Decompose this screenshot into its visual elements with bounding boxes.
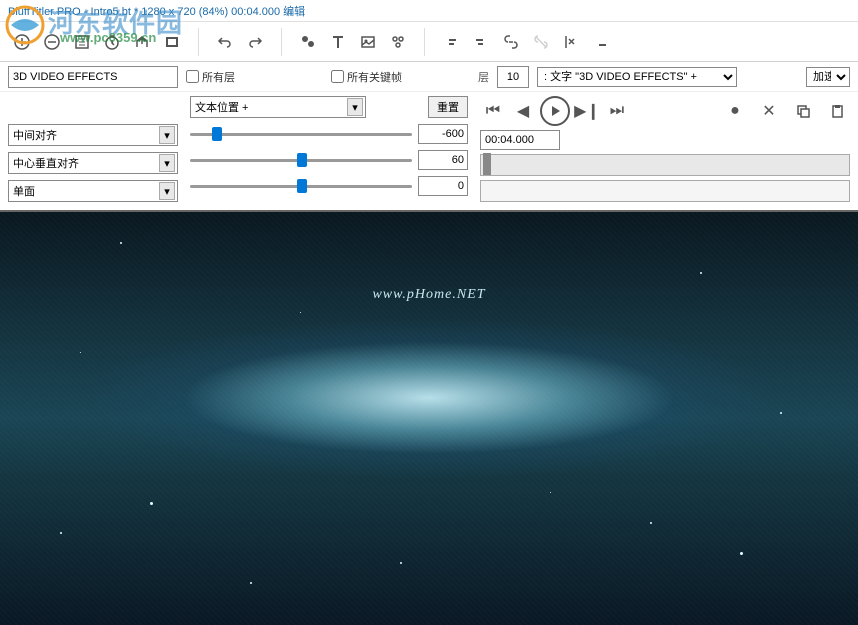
value-x[interactable]: -600 <box>418 124 468 144</box>
film-button[interactable] <box>158 28 186 56</box>
time-display[interactable]: 00:04.000 <box>480 130 560 150</box>
slider-x[interactable] <box>190 125 412 143</box>
play-button[interactable] <box>540 96 570 126</box>
title-bar: BluffTitler PRO - Intro5.bt * 1280 x 720… <box>0 0 858 22</box>
chevron-down-icon: ▾ <box>159 182 175 200</box>
preview-viewport[interactable]: www.pHome.NET <box>0 212 858 625</box>
chevron-down-icon: ▾ <box>347 98 363 116</box>
main-toolbar <box>0 22 858 62</box>
last-frame-button[interactable]: ⏭ <box>604 98 630 124</box>
timeline-playhead[interactable] <box>483 153 491 175</box>
value-z[interactable]: 0 <box>418 176 468 196</box>
export-button[interactable] <box>128 28 156 56</box>
layer-text-input[interactable] <box>8 66 178 88</box>
settings-button[interactable] <box>68 28 96 56</box>
undo-button[interactable] <box>211 28 239 56</box>
delete-key-button[interactable]: ✕ <box>756 98 782 124</box>
effects-button[interactable] <box>384 28 412 56</box>
chevron-down-icon: ▾ <box>159 126 175 144</box>
clear-x-button[interactable] <box>557 28 585 56</box>
timer-button[interactable] <box>98 28 126 56</box>
keyframe-track[interactable] <box>480 180 850 202</box>
image-tool-button[interactable] <box>354 28 382 56</box>
all-keyframes-checkbox[interactable]: 所有关键帧 <box>331 69 402 85</box>
layer-number-input[interactable] <box>497 66 529 88</box>
prev-frame-button[interactable]: ◀ <box>510 98 536 124</box>
particle-button[interactable] <box>294 28 322 56</box>
all-layers-checkbox[interactable]: 所有层 <box>186 69 235 85</box>
property-dropdown[interactable]: 文本位置 + ▾ <box>190 96 366 118</box>
playback-controls: ⏮ ◀ ▶❙ ⏭ <box>480 96 630 126</box>
record-button[interactable]: ● <box>722 98 748 124</box>
align-left-button[interactable] <box>437 28 465 56</box>
layer-select[interactable]: : 文字 "3D VIDEO EFFECTS" + <box>537 67 737 87</box>
window-title: BluffTitler PRO - Intro5.bt * 1280 x 720… <box>8 3 305 19</box>
preview-watermark: www.pHome.NET <box>372 287 485 303</box>
property-row: 中间对齐 ▾ 中心垂直对齐 ▾ 单面 ▾ 文本位置 + ▾ 重置 -600 60 <box>0 92 858 206</box>
slider-z[interactable] <box>190 177 412 195</box>
layer-label: 层 <box>478 69 489 85</box>
easing-select[interactable]: 加速 <box>806 67 850 87</box>
reset-button[interactable]: 重置 <box>428 96 468 118</box>
watermark-logo-icon <box>5 5 45 45</box>
value-y[interactable]: 60 <box>418 150 468 170</box>
link-button[interactable] <box>497 28 525 56</box>
chevron-down-icon: ▾ <box>159 154 175 172</box>
face-dropdown[interactable]: 单面 ▾ <box>8 180 178 202</box>
copy-button[interactable] <box>790 98 816 124</box>
timeline[interactable] <box>480 154 850 176</box>
align-right-button[interactable] <box>467 28 495 56</box>
options-row: 所有层 所有关键帧 层 : 文字 "3D VIDEO EFFECTS" + 加速 <box>0 62 858 92</box>
slider-y[interactable] <box>190 151 412 169</box>
text-tool-button[interactable] <box>324 28 352 56</box>
align-v-dropdown[interactable]: 中心垂直对齐 ▾ <box>8 152 178 174</box>
first-frame-button[interactable]: ⏮ <box>480 98 506 124</box>
redo-button[interactable] <box>241 28 269 56</box>
unlink-button[interactable] <box>527 28 555 56</box>
paste-button[interactable] <box>824 98 850 124</box>
align-bottom-button[interactable] <box>587 28 615 56</box>
next-frame-button[interactable]: ▶❙ <box>574 98 600 124</box>
align-h-dropdown[interactable]: 中间对齐 ▾ <box>8 124 178 146</box>
